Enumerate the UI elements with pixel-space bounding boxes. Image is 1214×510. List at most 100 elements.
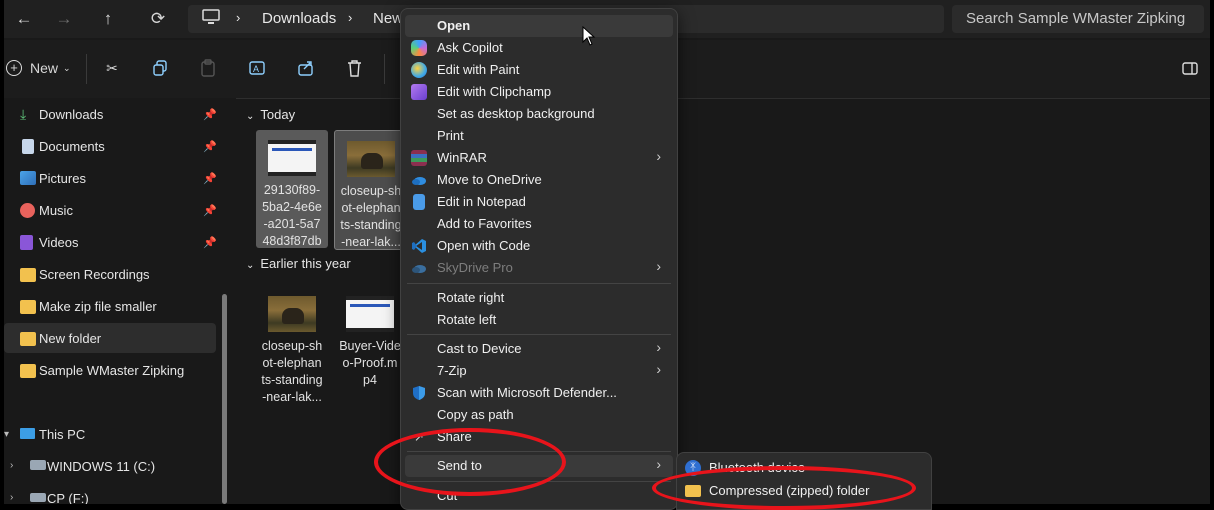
menu-item-print[interactable]: Print <box>405 125 673 147</box>
file-name: closeup-sh ot-elephan ts-standing -near-… <box>261 339 323 404</box>
sidebar-item-label: Music <box>39 202 73 218</box>
rename-icon[interactable]: A <box>246 56 270 80</box>
new-button[interactable]: + New ⌄ <box>6 56 72 80</box>
menu-item-label: Open with Code <box>437 238 531 253</box>
menu-separator <box>407 334 671 335</box>
share-icon[interactable] <box>294 56 318 80</box>
sidebar-item-drive-f[interactable]: › CP (F:) <box>4 483 216 505</box>
menu-item-open[interactable]: Open <box>405 15 673 37</box>
chevron-right-icon[interactable]: › <box>10 460 13 471</box>
menu-item-label: WinRAR <box>437 150 487 165</box>
toolbar-divider <box>86 54 87 84</box>
breadcrumb-downloads[interactable]: Downloads <box>262 10 336 27</box>
up-arrow-icon[interactable]: ↑ <box>94 6 122 32</box>
menu-item-set-as-desktop-background[interactable]: Set as desktop background <box>405 103 673 125</box>
sidebar-scrollbar[interactable] <box>222 294 227 504</box>
videos-icon <box>20 235 33 250</box>
onedrive-icon <box>411 172 427 188</box>
breadcrumb-new-folder[interactable]: New <box>373 10 403 27</box>
menu-item-rotate-left[interactable]: Rotate left <box>405 309 673 331</box>
documents-icon <box>22 139 34 154</box>
file-tile[interactable]: closeup-sh ot-elephan ts-standing -near-… <box>256 286 328 404</box>
group-label: Today <box>260 107 296 122</box>
menu-item-label: Edit with Clipchamp <box>437 84 552 99</box>
sidebar-item-label: WINDOWS 11 (C:) <box>47 458 156 474</box>
sidebar-item-documents[interactable]: Documents 📌 <box>4 131 217 161</box>
file-tile[interactable]: closeup-sh ot-elephan ts-standing -near-… <box>334 130 408 250</box>
sidebar-item-screen-recordings[interactable]: Screen Recordings <box>4 259 216 289</box>
annotation-circle-send-to <box>374 428 566 496</box>
menu-item-7-zip[interactable]: 7-Zip › <box>405 360 673 382</box>
group-header-today[interactable]: ⌄ Today <box>246 107 295 122</box>
paste-icon[interactable] <box>196 56 220 80</box>
menu-separator <box>407 283 671 284</box>
sidebar-item-new-folder[interactable]: New folder <box>4 323 216 353</box>
sidebar-item-label: Pictures <box>39 170 86 186</box>
menu-item-move-to-onedrive[interactable]: Move to OneDrive <box>405 169 673 191</box>
details-pane-icon[interactable] <box>1180 56 1200 80</box>
menu-item-open-with-code[interactable]: Open with Code <box>405 235 673 257</box>
menu-item-copy-as-path[interactable]: Copy as path <box>405 404 673 426</box>
pin-icon[interactable]: 📌 <box>203 172 217 185</box>
cut-icon[interactable]: ✂ <box>100 56 124 80</box>
sidebar-item-label: Screen Recordings <box>39 266 150 282</box>
search-box[interactable]: Search Sample WMaster Zipking <box>952 5 1204 33</box>
menu-item-label: Edit with Paint <box>437 62 520 77</box>
folder-icon <box>20 364 36 378</box>
forward-arrow-icon[interactable]: → <box>50 6 78 32</box>
menu-item-label: SkyDrive Pro <box>437 260 513 275</box>
delete-trash-icon[interactable] <box>342 56 366 80</box>
sidebar-item-this-pc[interactable]: ▾ This PC <box>4 419 216 449</box>
menu-item-winrar[interactable]: WinRAR › <box>405 147 673 169</box>
sidebar-item-label: Make zip file smaller <box>39 298 157 314</box>
chevron-right-icon: › <box>656 361 661 377</box>
folder-icon <box>20 332 36 346</box>
sidebar-item-videos[interactable]: Videos 📌 <box>4 227 217 257</box>
group-header-earlier-this-year[interactable]: ⌄ Earlier this year <box>246 256 351 271</box>
menu-item-scan-with-defender[interactable]: Scan with Microsoft Defender... <box>405 382 673 404</box>
navigation-pane: ⤓ Downloads 📌 Documents 📌 Pictures 📌 Mus… <box>4 98 236 504</box>
search-placeholder: Search Sample WMaster Zipking <box>966 10 1186 27</box>
file-tile[interactable]: 29130f89- 5ba2-4e6e -a201-5a7 48d3f87db <box>256 130 328 248</box>
annotation-circle-compressed-folder <box>652 466 916 510</box>
copilot-icon <box>411 40 427 56</box>
menu-item-add-to-favorites[interactable]: Add to Favorites <box>405 213 673 235</box>
sidebar-item-label: Videos <box>39 234 79 250</box>
chevron-down-icon[interactable]: ▾ <box>4 429 9 440</box>
copy-icon[interactable] <box>148 56 172 80</box>
refresh-icon[interactable]: ⟳ <box>144 6 172 32</box>
menu-item-label: Ask Copilot <box>437 40 503 55</box>
menu-item-rotate-right[interactable]: Rotate right <box>405 287 673 309</box>
sidebar-item-music[interactable]: Music 📌 <box>4 195 217 225</box>
chevron-right-icon[interactable]: › <box>10 492 13 503</box>
menu-item-edit-with-paint[interactable]: Edit with Paint <box>405 59 673 81</box>
chevron-right-icon: › <box>656 339 661 355</box>
sidebar-item-make-zip-file-smaller[interactable]: Make zip file smaller <box>4 291 216 321</box>
video-thumbnail <box>268 140 316 176</box>
back-arrow-icon[interactable]: ← <box>10 6 38 32</box>
breadcrumb-chevron-icon: › <box>348 10 353 25</box>
menu-item-cast-to-device[interactable]: Cast to Device › <box>405 338 673 360</box>
sidebar-item-downloads[interactable]: ⤓ Downloads 📌 <box>4 99 217 129</box>
file-tile[interactable]: Buyer-Vide o-Proof.m p4 <box>334 286 406 404</box>
sidebar-item-label: New folder <box>39 330 102 346</box>
new-button-label: New <box>30 60 59 76</box>
sidebar-item-sample-wmaster-zipking[interactable]: Sample WMaster Zipking <box>4 355 216 385</box>
sidebar-item-pictures[interactable]: Pictures 📌 <box>4 163 217 193</box>
pin-icon[interactable]: 📌 <box>203 140 217 153</box>
svg-text:A: A <box>253 64 259 74</box>
file-name: Buyer-Vide o-Proof.m p4 <box>339 339 401 387</box>
clipchamp-icon <box>411 84 427 100</box>
pin-icon[interactable]: 📌 <box>203 108 217 121</box>
menu-item-edit-in-notepad[interactable]: Edit in Notepad <box>405 191 673 213</box>
menu-item-edit-with-clipchamp[interactable]: Edit with Clipchamp <box>405 81 673 103</box>
menu-item-skydrive-pro[interactable]: SkyDrive Pro › <box>405 257 673 279</box>
menu-item-label: Copy as path <box>437 407 514 422</box>
sidebar-item-drive-c[interactable]: › WINDOWS 11 (C:) <box>4 451 216 481</box>
menu-item-ask-copilot[interactable]: Ask Copilot <box>405 37 673 59</box>
folder-icon <box>20 300 36 314</box>
menu-item-label: Scan with Microsoft Defender... <box>437 385 617 400</box>
pin-icon[interactable]: 📌 <box>203 236 217 249</box>
notepad-icon <box>413 194 425 210</box>
pin-icon[interactable]: 📌 <box>203 204 217 217</box>
